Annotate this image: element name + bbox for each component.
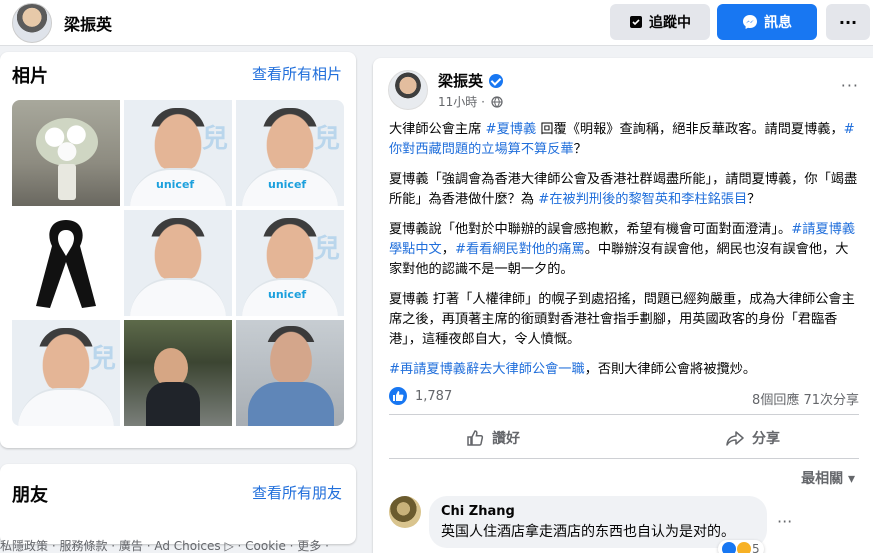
hashtag-link[interactable]: #看看網民對他的痛罵 xyxy=(455,242,585,257)
thumbs-up-icon xyxy=(467,430,484,446)
reactions-bar: 1,787 8個回應 71次分享 xyxy=(389,387,859,409)
black-ribbon-icon xyxy=(36,220,96,308)
post-paragraph: 夏博義「強調會為香港大律師公會及香港社群竭盡所能」，請問夏博義，你「竭盡所能」為… xyxy=(389,170,859,210)
wow-reaction-icon xyxy=(737,542,751,553)
hashtag-link[interactable]: #在被判刑後的黎智英和李柱銘張目 xyxy=(538,192,747,207)
verified-badge-icon xyxy=(489,73,504,88)
footer-links[interactable]: 私隱政策 · 服務條款 · 廣告 · Ad Choices ▷ · Cookie… xyxy=(0,537,329,553)
post-timestamp[interactable]: 11小時 · xyxy=(438,93,503,110)
comment-bubble: Chi Zhang 英国人住酒店拿走酒店的东西也自认为是对的。 xyxy=(429,496,767,548)
hashtag-link[interactable]: #夏博義 xyxy=(486,122,537,137)
see-all-friends-link[interactable]: 查看所有朋友 xyxy=(252,482,342,503)
post-card: 梁振英 11小時 · ··· 大律師公會主席 #夏博義 回覆《明報》查詢稱，絕非… xyxy=(373,58,873,553)
friends-title: 朋友 xyxy=(12,485,48,506)
photo-cafe[interactable] xyxy=(236,320,344,426)
page-avatar[interactable] xyxy=(12,3,52,43)
post-author-avatar[interactable] xyxy=(388,70,428,110)
post-text: 大律師公會主席 xyxy=(389,122,486,137)
post-text: 夏博義說「他對於中聯辦的誤會感抱歉，希望有機會可面對面澄清」。 xyxy=(389,222,792,237)
photo-grid: 兒 unicef 兒 unicef 兒 unicef 兒 xyxy=(12,100,344,426)
photos-title: 相片 xyxy=(12,66,48,87)
page-header-bar: 梁振英 追蹤中 訊息 ··· xyxy=(0,0,873,46)
post-paragraph: 大律師公會主席 #夏博義 回覆《明報》查詢稱，絕非反華政客。請問夏博義，#你對西… xyxy=(389,120,859,160)
comment-reaction-count: 5 xyxy=(752,542,760,553)
photo-black-ribbon[interactable] xyxy=(12,210,120,316)
post-paragraph: 夏博義說「他對於中聯辦的誤會感抱歉，希望有機會可面對面澄清」。#請夏博義學點中文… xyxy=(389,220,859,280)
see-all-photos-link[interactable]: 查看所有相片 xyxy=(252,63,342,84)
photo-working[interactable] xyxy=(124,320,232,426)
messenger-icon xyxy=(743,15,757,29)
hashtag-link[interactable]: #再請夏博義辭去大律師公會一職 xyxy=(389,362,585,377)
more-options-button[interactable]: ··· xyxy=(826,4,870,40)
unicef-logo-text: unicef xyxy=(156,178,195,191)
like-label: 讚好 xyxy=(492,431,520,447)
bookmark-check-icon xyxy=(630,16,642,28)
like-reaction-icon xyxy=(722,542,736,553)
unicef-logo-text: unicef xyxy=(268,288,307,301)
post-paragraph: #再請夏博義辭去大律師公會一職，否則大律師公會將被攬炒。 xyxy=(389,360,859,380)
post-body: 大律師公會主席 #夏博義 回覆《明報》查詢稱，絕非反華政客。請問夏博義，#你對西… xyxy=(389,120,859,390)
comment-text: 英国人住酒店拿走酒店的东西也自认为是对的。 xyxy=(441,524,735,540)
comment-sort-dropdown[interactable]: 最相關 ▾ xyxy=(801,468,855,488)
friends-section: 朋友 查看所有朋友 xyxy=(0,464,356,544)
divider xyxy=(389,414,859,415)
message-button[interactable]: 訊息 xyxy=(717,4,817,40)
photo-flowers[interactable] xyxy=(12,100,120,206)
post-paragraph: 夏博義 打著「人權律師」的幌子到處招搖，問題已經夠嚴重，成為大律師公會主席之後，… xyxy=(389,292,855,347)
share-label: 分享 xyxy=(752,431,780,447)
following-label: 追蹤中 xyxy=(649,15,691,31)
comments-shares-count[interactable]: 8個回應 71次分享 xyxy=(752,389,859,408)
unicef-logo-text: unicef xyxy=(268,178,307,191)
post-time-text: 11小時 · xyxy=(438,95,485,109)
reaction-count[interactable]: 1,787 xyxy=(415,389,452,404)
post-author-name: 梁振英 xyxy=(438,72,484,90)
post-text: ，否則大律師公會將被攬炒。 xyxy=(584,362,757,377)
following-button[interactable]: 追蹤中 xyxy=(610,4,710,40)
post-author[interactable]: 梁振英 xyxy=(438,70,504,91)
share-arrow-icon xyxy=(726,431,744,446)
post-text: ？ xyxy=(573,142,587,157)
post-menu-button[interactable]: ··· xyxy=(841,76,859,95)
post-text: ， xyxy=(441,242,455,257)
divider xyxy=(389,458,859,459)
comment-reactions[interactable]: 5 xyxy=(718,540,764,553)
photos-section: 相片 查看所有相片 兒 unicef 兒 unicef 兒 unicef 兒 xyxy=(0,52,356,448)
photo-unicef-portrait[interactable] xyxy=(124,210,232,316)
comment-menu-button[interactable]: ··· xyxy=(777,512,792,531)
like-reaction-icon xyxy=(389,387,407,405)
post-text: ？ xyxy=(747,192,761,207)
photo-unicef-portrait[interactable]: 兒 unicef xyxy=(236,210,344,316)
photo-unicef-portrait[interactable]: 兒 unicef xyxy=(124,100,232,206)
share-button[interactable]: 分享 xyxy=(693,420,813,456)
comment-author[interactable]: Chi Zhang xyxy=(441,504,755,519)
post-text: 回覆《明報》查詢稱，絕非反華政客。請問夏博義， xyxy=(536,122,844,137)
photo-unicef-portrait[interactable]: 兒 xyxy=(12,320,120,426)
commenter-avatar[interactable] xyxy=(389,496,421,528)
globe-icon xyxy=(491,95,503,108)
photo-unicef-portrait[interactable]: 兒 unicef xyxy=(236,100,344,206)
message-label: 訊息 xyxy=(764,15,792,31)
page-name[interactable]: 梁振英 xyxy=(64,11,112,35)
like-button[interactable]: 讚好 xyxy=(433,420,553,456)
